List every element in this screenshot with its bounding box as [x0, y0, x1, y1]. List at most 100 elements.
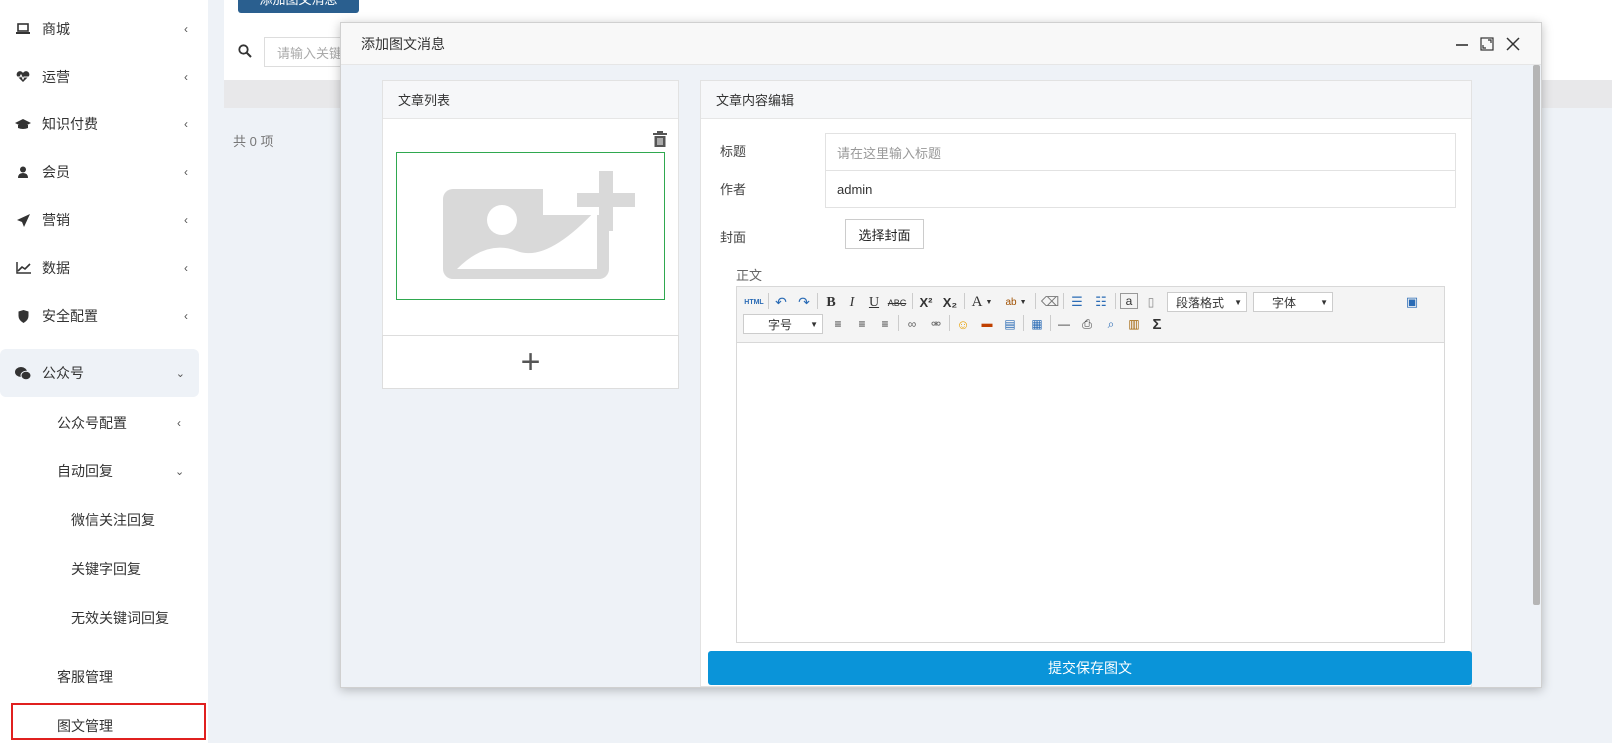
emoji-icon[interactable]: ☺	[954, 315, 972, 333]
sidebar-item-wechat[interactable]: 公众号 ⌄	[0, 349, 199, 397]
html-source-icon[interactable]: HTML	[743, 293, 765, 311]
font-color-icon[interactable]: A ▼	[969, 293, 995, 311]
sidebar-sub-service[interactable]: 客服管理	[57, 657, 113, 697]
submit-save-button[interactable]: 提交保存图文	[708, 651, 1472, 685]
sidebar-sub-invalid-keyword-reply[interactable]: 无效关键词回复	[71, 598, 169, 638]
redo-icon[interactable]: ↷	[795, 293, 813, 311]
eraser-icon[interactable]: ⌫	[1041, 293, 1059, 311]
sidebar-item-mall[interactable]: 商城 ‹	[0, 5, 200, 53]
unordered-list-icon[interactable]: ☷	[1092, 293, 1110, 311]
ordered-list-icon[interactable]: ☰	[1068, 293, 1086, 311]
author-input[interactable]: admin	[825, 170, 1456, 208]
fullscreen-icon[interactable]: ▣	[1402, 293, 1422, 311]
image-placeholder-icon	[443, 171, 635, 279]
sidebar-sub-follow-reply[interactable]: 微信关注回复	[71, 500, 155, 540]
subscript-icon[interactable]: X₂	[941, 293, 959, 311]
maximize-icon[interactable]	[1478, 35, 1496, 53]
sidebar-item-knowledge[interactable]: 知识付费 ‹	[0, 100, 200, 148]
anchor-icon[interactable]: a	[1120, 293, 1138, 309]
undo-icon[interactable]: ↶	[772, 293, 790, 311]
sidebar-sub-keyword-reply[interactable]: 关键字回复	[71, 549, 141, 589]
sidebar-item-security[interactable]: 安全配置 ‹	[0, 292, 200, 340]
user-icon	[14, 166, 32, 178]
select-cover-button[interactable]: 选择封面	[845, 219, 924, 249]
chevron-left-icon: ‹	[184, 70, 188, 84]
link-icon[interactable]: ∞	[903, 315, 921, 333]
chevron-left-icon: ‹	[184, 213, 188, 227]
search-icon	[238, 44, 254, 60]
close-icon[interactable]	[1504, 35, 1522, 53]
total-count: 共 0 项	[233, 134, 274, 149]
sidebar-sub-label: 自动回复	[57, 463, 113, 479]
caret-down-icon: ▼	[810, 319, 818, 329]
toolbar-separator	[898, 315, 899, 331]
modal-scrollbar[interactable]	[1533, 65, 1540, 605]
highlight-box	[11, 703, 206, 740]
paper-plane-icon	[14, 213, 32, 227]
align-center-icon[interactable]: ≡	[853, 315, 871, 333]
align-left-icon[interactable]: ≡	[829, 315, 847, 333]
sidebar-item-operation[interactable]: 运营 ‹	[0, 53, 200, 101]
italic-icon[interactable]: I	[845, 294, 859, 312]
font-size-select-label: 字号	[768, 317, 793, 332]
formula-icon[interactable]: Σ	[1148, 315, 1166, 333]
toolbar-separator	[1023, 315, 1024, 331]
wechat-icon	[14, 366, 32, 380]
paragraph-select[interactable]: 段落格式 ▼	[1167, 292, 1247, 312]
cover-placeholder[interactable]	[396, 152, 665, 300]
sidebar-sub-auto-reply[interactable]: 自动回复 ⌄	[57, 451, 197, 491]
add-news-button[interactable]: 添加图文消息	[238, 0, 359, 13]
toolbar-separator	[949, 315, 950, 331]
toolbar-separator	[768, 293, 769, 309]
superscript-icon[interactable]: X²	[917, 293, 935, 311]
trash-icon[interactable]	[653, 131, 667, 147]
toolbar-separator	[1035, 293, 1036, 309]
add-article-button[interactable]: +	[382, 335, 679, 389]
sidebar-sub-config[interactable]: 公众号配置 ‹	[57, 403, 197, 443]
preview-icon[interactable]: ⌕	[1102, 315, 1120, 333]
cover-label: 封面	[720, 230, 747, 245]
chevron-left-icon: ‹	[177, 416, 181, 430]
sidebar-item-label: 公众号	[42, 365, 84, 381]
highlight-color-icon[interactable]: ab ▼	[1001, 293, 1031, 311]
shield-icon	[14, 309, 32, 323]
font-family-select[interactable]: 字体 ▼	[1253, 292, 1333, 312]
sidebar-item-marketing[interactable]: 营销 ‹	[0, 196, 200, 244]
heartbeat-icon	[14, 71, 32, 83]
editor-content-area[interactable]	[737, 343, 1444, 643]
page-break-icon[interactable]: ▯	[1143, 293, 1159, 311]
table-icon[interactable]: ▦	[1028, 315, 1046, 333]
sidebar-sub-label: 公众号配置	[57, 415, 127, 431]
caret-down-icon: ▼	[1234, 297, 1242, 307]
align-right-icon[interactable]: ≡	[876, 315, 894, 333]
chevron-left-icon: ‹	[184, 261, 188, 275]
image-icon[interactable]: ▬	[978, 315, 996, 333]
toolbar-separator	[964, 293, 965, 309]
chevron-left-icon: ‹	[184, 22, 188, 36]
horizontal-rule-icon[interactable]: —	[1055, 315, 1073, 333]
print-icon[interactable]: ⎙	[1078, 315, 1096, 333]
chevron-left-icon: ‹	[184, 117, 188, 131]
chevron-down-icon: ⌄	[175, 367, 185, 380]
sidebar-item-data[interactable]: 数据 ‹	[0, 244, 200, 292]
video-icon[interactable]: ▤	[1001, 315, 1019, 333]
font-size-select[interactable]: 字号 ▼	[743, 314, 823, 334]
paragraph-select-label: 段落格式	[1176, 295, 1225, 310]
title-label: 标题	[720, 144, 747, 159]
toolbar-separator	[1115, 293, 1116, 309]
editor-toolbar: HTML ↶ ↷ B I U ABC X² X₂ A ▼ ab ▼ ⌫ ☰ ☷ a …	[737, 287, 1444, 343]
toolbar-separator	[817, 293, 818, 309]
strikethrough-icon[interactable]: ABC	[887, 294, 907, 312]
chevron-left-icon: ‹	[184, 165, 188, 179]
sidebar-item-member[interactable]: 会员 ‹	[0, 148, 200, 196]
bold-icon[interactable]: B	[823, 294, 839, 312]
graduation-cap-icon	[14, 118, 32, 130]
title-input[interactable]: 请在这里输入标题	[825, 133, 1456, 171]
paste-icon[interactable]: ▥	[1125, 315, 1143, 333]
unlink-icon[interactable]: ⚮	[927, 315, 945, 333]
sidebar: 商城 ‹ 运营 ‹ 知识付费 ‹ 会员 ‹ 营销 ‹ 数据 ‹ 安全配置 ‹ 公…	[0, 0, 208, 743]
rich-text-editor: HTML ↶ ↷ B I U ABC X² X₂ A ▼ ab ▼ ⌫ ☰ ☷ a …	[736, 286, 1445, 643]
minimize-icon[interactable]	[1453, 35, 1471, 53]
toolbar-separator	[1063, 293, 1064, 309]
underline-icon[interactable]: U	[866, 294, 882, 312]
